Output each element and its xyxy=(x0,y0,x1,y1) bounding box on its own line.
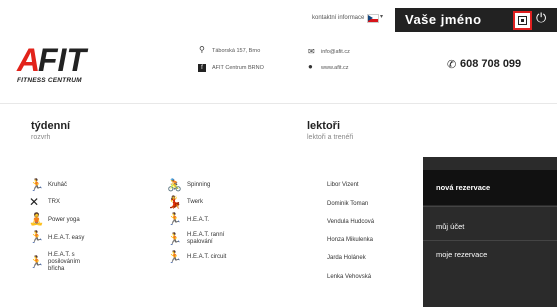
kruhac-icon: 🏃 xyxy=(29,178,44,192)
heat-icon: 🏃 xyxy=(167,212,182,226)
menu-divider xyxy=(423,240,557,241)
lesson-item[interactable]: H.E.A.T. ranní spalování xyxy=(187,232,247,246)
phone-icon: ✆ xyxy=(447,59,457,71)
lesson-item[interactable]: H.E.A.T. s posilováním břicha xyxy=(48,252,98,273)
lesson-item[interactable]: Twerk xyxy=(187,199,203,206)
web-link[interactable]: www.afit.cz xyxy=(321,65,349,71)
logo-subtitle: FITNESS CENTRUM xyxy=(17,77,82,84)
lesson-item[interactable]: TRX xyxy=(48,199,60,206)
contact-info-link[interactable]: kontaktní informace xyxy=(312,15,364,21)
phone-number[interactable]: 608 708 099 xyxy=(460,58,521,70)
heat-icon: 🏃 xyxy=(29,255,44,269)
weekly-subtitle: rozvrh xyxy=(31,134,51,141)
email-icon: ✉ xyxy=(308,47,315,56)
email-link[interactable]: info@afit.cz xyxy=(321,49,350,55)
logo-letter-a: A xyxy=(17,42,41,78)
spinning-icon: 🚴 xyxy=(167,178,182,192)
lectors-title[interactable]: lektoři xyxy=(307,120,340,132)
lector-item[interactable]: Dominik Toman xyxy=(327,201,368,207)
lector-item[interactable]: Jarda Holánek xyxy=(327,255,366,261)
trx-icon: ✕ xyxy=(29,195,40,209)
logo-fit: FIT xyxy=(38,42,86,78)
weekly-title[interactable]: týdenní xyxy=(31,120,70,132)
lesson-item[interactable]: H.E.A.T. xyxy=(187,217,209,224)
facebook-link[interactable]: AFIT Centrum BRNO xyxy=(212,65,264,71)
menu-my-account[interactable]: můj účet xyxy=(423,217,557,237)
lesson-item[interactable]: Power yoga xyxy=(48,217,80,224)
header-divider xyxy=(0,103,557,104)
twerk-icon: 💃 xyxy=(167,195,182,209)
profile-card-icon[interactable] xyxy=(513,11,532,30)
user-name[interactable]: Vaše jméno xyxy=(405,12,482,27)
menu-my-reservations[interactable]: moje rezervace xyxy=(423,245,557,265)
lector-item[interactable]: Libor Vizent xyxy=(327,182,359,188)
menu-divider xyxy=(423,206,557,207)
lector-item[interactable]: Honza Mikulenka xyxy=(327,237,373,243)
map-pin-icon: ⚲ xyxy=(199,45,205,54)
address-text: Táborská 157, Brno xyxy=(212,48,261,54)
power-icon[interactable]: ⏻ xyxy=(536,10,546,26)
heat-icon: 🏃 xyxy=(167,250,182,264)
lectors-subtitle: lektoři a trenéři xyxy=(307,134,354,141)
lesson-item[interactable]: H.E.A.T. easy xyxy=(48,235,84,242)
lesson-item[interactable]: Spinning xyxy=(187,182,210,189)
lector-item[interactable]: Vendula Hudcová xyxy=(327,219,374,225)
czech-flag-icon[interactable] xyxy=(367,14,379,23)
globe-icon: ● xyxy=(308,62,313,71)
facebook-icon[interactable]: f xyxy=(198,64,206,72)
lesson-item[interactable]: Kruháč xyxy=(48,182,67,189)
language-caret-icon[interactable]: ▾ xyxy=(380,13,383,20)
heat-icon: 🏃 xyxy=(167,232,182,246)
heat-icon: 🏃 xyxy=(29,230,44,244)
lector-item[interactable]: Lenka Vehovská xyxy=(327,274,371,280)
menu-new-reservation[interactable]: nová rezervace xyxy=(423,170,557,205)
yoga-icon: 🧘 xyxy=(29,212,44,226)
lesson-item[interactable]: H.E.A.T. circuit xyxy=(187,254,226,261)
